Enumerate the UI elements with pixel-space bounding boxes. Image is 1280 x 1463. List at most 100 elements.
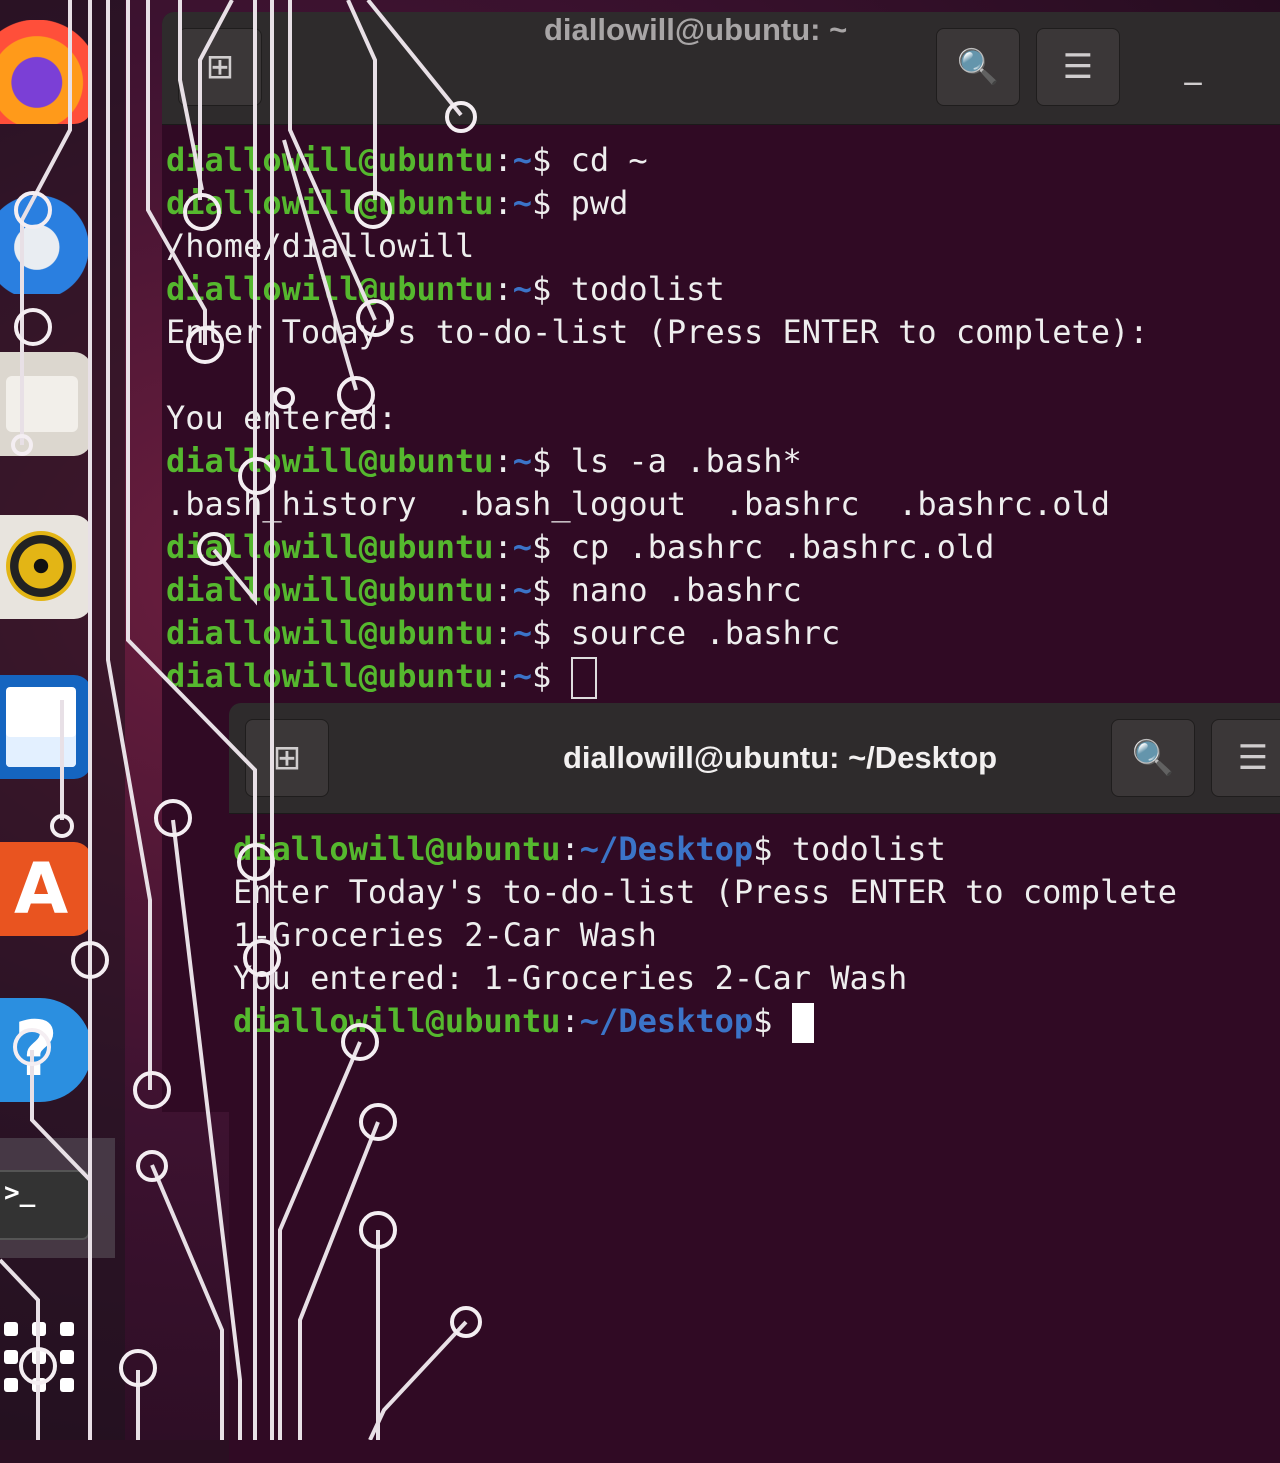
- prompt-user: diallowill@ubuntu: [166, 528, 494, 566]
- prompt-path: ~: [512, 657, 533, 695]
- output-text: Enter Today's to-do-list (Press ENTER to…: [233, 873, 1178, 911]
- terminal-dock-item[interactable]: >_: [0, 1138, 115, 1258]
- prompt-colon: :: [493, 528, 513, 566]
- search-button[interactable]: 🔍: [1111, 719, 1195, 797]
- prompt-line: diallowill@ubuntu:~$ source .bashrc: [166, 612, 1280, 655]
- prompt-user: diallowill@ubuntu: [166, 270, 494, 308]
- output-line: Enter Today's to-do-list (Press ENTER to…: [166, 311, 1280, 354]
- titlebar[interactable]: ⊞ diallowill@ubuntu: ~/Desktop 🔍 ☰: [229, 703, 1280, 814]
- prompt-line: diallowill@ubuntu:~$ pwd: [166, 182, 1280, 225]
- prompt-user: diallowill@ubuntu: [166, 442, 494, 480]
- command-text: cp .bashrc .bashrc.old: [570, 528, 995, 566]
- prompt-line: diallowill@ubuntu:~$ cd ~: [166, 139, 1280, 182]
- prompt-line: diallowill@ubuntu:~/Desktop$ todolist: [233, 828, 1280, 871]
- prompt-user: diallowill@ubuntu: [166, 141, 494, 179]
- text-cursor: [791, 1003, 814, 1043]
- menu-button[interactable]: ☰: [1036, 28, 1120, 106]
- prompt-colon: :: [560, 830, 580, 868]
- firefox-icon[interactable]: [0, 20, 92, 124]
- output-text: /home/diallowill: [166, 227, 475, 265]
- command-text: pwd: [570, 184, 629, 222]
- menu-button[interactable]: ☰: [1211, 719, 1280, 797]
- search-button[interactable]: 🔍: [936, 28, 1020, 106]
- libreoffice-writer-icon[interactable]: [0, 675, 92, 779]
- prompt-user: diallowill@ubuntu: [233, 1002, 561, 1040]
- rhythmbox-icon[interactable]: [0, 515, 92, 619]
- search-icon: 🔍: [956, 47, 1000, 87]
- prompt-dollar: $: [532, 657, 571, 695]
- prompt-dollar: $: [532, 442, 571, 480]
- minimize-icon: _: [1184, 46, 1202, 86]
- prompt-line: diallowill@ubuntu:~$ cp .bashrc .bashrc.…: [166, 526, 1280, 569]
- terminal-prompt-glyph: >_: [4, 1178, 36, 1208]
- prompt-colon: :: [493, 571, 513, 609]
- new-tab-icon: ⊞: [205, 47, 235, 87]
- new-tab-button[interactable]: ⊞: [245, 719, 329, 797]
- prompt-colon: :: [493, 442, 513, 480]
- output-line: Enter Today's to-do-list (Press ENTER to…: [233, 871, 1280, 914]
- prompt-colon: :: [493, 184, 513, 222]
- output-line: .bash_history .bash_logout .bashrc .bash…: [166, 483, 1280, 526]
- window-title: diallowill@ubuntu: ~/Desktop: [563, 740, 998, 775]
- output-text: Enter Today's to-do-list (Press ENTER to…: [166, 313, 1149, 351]
- prompt-dollar: $: [753, 1002, 792, 1040]
- prompt-line: diallowill@ubuntu:~/Desktop$: [233, 1000, 1280, 1043]
- terminal-output[interactable]: diallowill@ubuntu:~$ cd ~ diallowill@ubun…: [162, 125, 1280, 699]
- files-icon[interactable]: [0, 352, 92, 456]
- minimize-button[interactable]: _: [1152, 28, 1234, 104]
- ubuntu-software-icon[interactable]: [0, 842, 92, 936]
- prompt-line: diallowill@ubuntu:~$ nano .bashrc: [166, 569, 1280, 612]
- command-text: cd ~: [570, 141, 648, 179]
- output-line: 1-Groceries 2-Car Wash: [233, 914, 1280, 957]
- terminal-output[interactable]: diallowill@ubuntu:~/Desktop$ todolist Ent…: [229, 814, 1280, 1043]
- output-line: You entered:: [166, 397, 1280, 440]
- prompt-line: diallowill@ubuntu:~$ todolist: [166, 268, 1280, 311]
- prompt-path: ~/Desktop: [579, 830, 754, 868]
- prompt-user: diallowill@ubuntu: [166, 184, 494, 222]
- prompt-dollar: $: [532, 571, 571, 609]
- prompt-path: ~: [512, 270, 533, 308]
- prompt-path: ~: [512, 184, 533, 222]
- prompt-dollar: $: [532, 270, 571, 308]
- prompt-colon: :: [493, 270, 513, 308]
- prompt-dollar: $: [532, 528, 571, 566]
- prompt-user: diallowill@ubuntu: [166, 614, 494, 652]
- output-text: You entered: 1-Groceries 2-Car Wash: [233, 959, 908, 997]
- prompt-dollar: $: [532, 141, 571, 179]
- command-text: nano .bashrc: [570, 571, 802, 609]
- new-tab-button[interactable]: ⊞: [178, 28, 262, 106]
- command-text: todolist: [570, 270, 725, 308]
- prompt-path: ~: [512, 571, 533, 609]
- prompt-colon: :: [493, 657, 513, 695]
- prompt-dollar: $: [753, 830, 792, 868]
- command-text: source .bashrc: [570, 614, 841, 652]
- prompt-dollar: $: [532, 184, 571, 222]
- menu-icon: ☰: [1062, 47, 1094, 87]
- prompt-user: diallowill@ubuntu: [166, 571, 494, 609]
- command-text: ls -a .bash*: [570, 442, 802, 480]
- help-icon[interactable]: [0, 998, 92, 1102]
- window-title: diallowill@ubuntu: ~: [544, 12, 848, 47]
- output-text: You entered:: [166, 399, 398, 437]
- prompt-path: ~: [512, 614, 533, 652]
- terminal-window-desktop[interactable]: ⊞ diallowill@ubuntu: ~/Desktop 🔍 ☰ diall…: [229, 703, 1280, 1463]
- prompt-path: ~: [512, 141, 533, 179]
- prompt-path: ~: [512, 442, 533, 480]
- show-applications-icon[interactable]: [4, 1322, 76, 1394]
- prompt-path: ~: [512, 528, 533, 566]
- prompt-colon: :: [493, 141, 513, 179]
- thunderbird-icon[interactable]: [0, 190, 92, 294]
- menu-icon: ☰: [1237, 738, 1269, 778]
- prompt-path: ~/Desktop: [579, 1002, 754, 1040]
- text-cursor: [570, 657, 597, 699]
- output-line: You entered: 1-Groceries 2-Car Wash: [233, 957, 1280, 1000]
- output-text: .bash_history .bash_logout .bashrc .bash…: [166, 485, 1111, 523]
- output-line: /home/diallowill: [166, 225, 1280, 268]
- titlebar[interactable]: ⊞ diallowill@ubuntu: ~ 🔍 ☰ _: [162, 12, 1280, 125]
- search-icon: 🔍: [1131, 738, 1175, 778]
- command-text: todolist: [791, 830, 946, 868]
- dock: >_: [0, 0, 125, 1440]
- output-text: 1-Groceries 2-Car Wash: [233, 916, 657, 954]
- prompt-line: diallowill@ubuntu:~$ ls -a .bash*: [166, 440, 1280, 483]
